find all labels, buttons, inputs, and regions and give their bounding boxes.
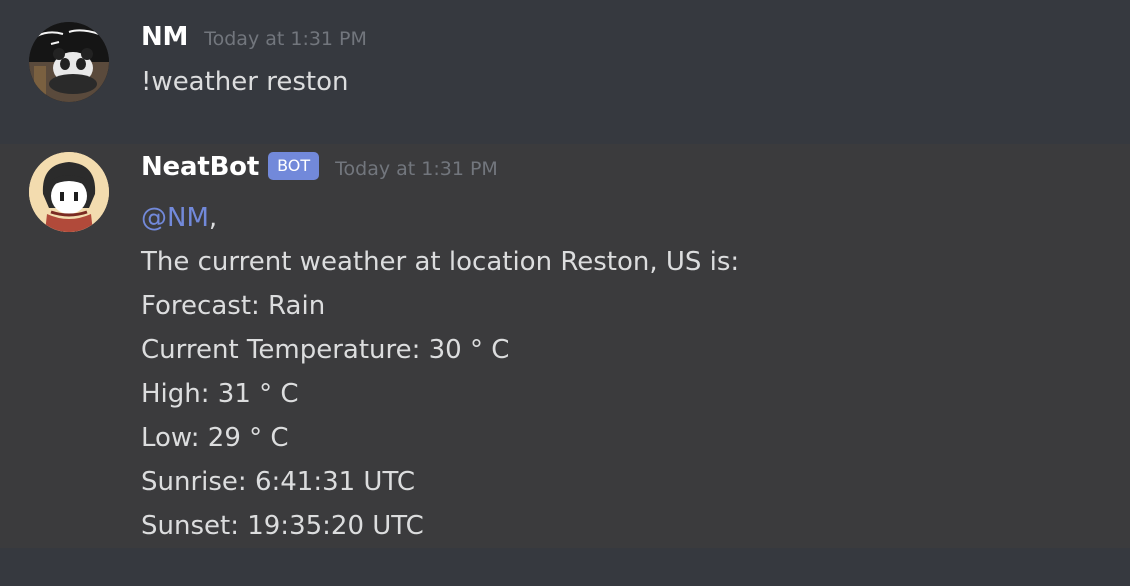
message-text: !weather reston <box>141 67 349 97</box>
bot-badge: BOT <box>268 152 320 180</box>
user-mention[interactable]: @NM <box>141 203 209 233</box>
message-user: NM Today at 1:31 PM !weather reston <box>0 0 1130 144</box>
message-header: NM Today at 1:31 PM <box>141 22 367 52</box>
mention-suffix: , <box>208 203 218 233</box>
avatar[interactable] <box>29 152 109 232</box>
username[interactable]: NM <box>141 22 188 52</box>
anime-girl-avatar-icon <box>29 152 109 232</box>
username[interactable]: NeatBot <box>141 152 259 182</box>
mention-line: @NM, <box>141 196 739 240</box>
message-line: High: 31 ° C <box>141 379 299 409</box>
message-body: @NM, The current weather at location Res… <box>141 196 739 548</box>
message-line: Sunset: 19:35:20 UTC <box>141 511 424 541</box>
timestamp: Today at 1:31 PM <box>335 158 498 180</box>
panda-avatar-icon <box>29 22 109 102</box>
chat-log: NM Today at 1:31 PM !weather reston Neat… <box>0 0 1130 586</box>
avatar[interactable] <box>29 22 109 102</box>
message-line: The current weather at location Reston, … <box>141 247 740 277</box>
message-bot: NeatBot BOT Today at 1:31 PM @NM, The cu… <box>0 144 1130 548</box>
message-line: Low: 29 ° C <box>141 423 289 453</box>
timestamp: Today at 1:31 PM <box>204 28 367 50</box>
message-line: Sunrise: 6:41:31 UTC <box>141 467 415 497</box>
message-line: Forecast: Rain <box>141 291 326 321</box>
message-header: NeatBot BOT Today at 1:31 PM <box>141 152 498 184</box>
message-line: Current Temperature: 30 ° C <box>141 335 510 365</box>
